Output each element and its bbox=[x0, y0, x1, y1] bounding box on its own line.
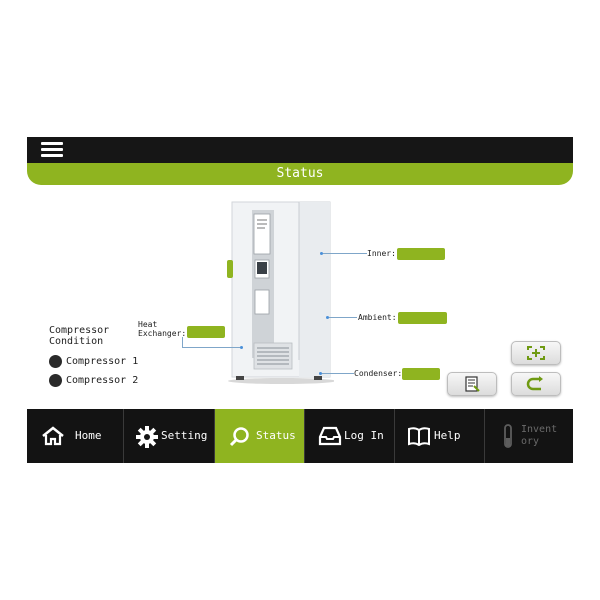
report-document-icon bbox=[465, 376, 480, 392]
gear-icon bbox=[136, 426, 158, 448]
nav-home-label: Home bbox=[75, 429, 102, 442]
freezer-illustration bbox=[227, 201, 334, 384]
inner-value-box bbox=[397, 248, 445, 260]
compressor-2-status-indicator bbox=[49, 374, 62, 387]
compressor-title-line1: Compressor bbox=[49, 325, 110, 336]
ambient-label: Ambient: bbox=[358, 313, 397, 322]
nav-status[interactable]: Status bbox=[215, 409, 305, 463]
heat-exchanger-label-line2: Exchanger: bbox=[138, 329, 187, 338]
home-icon bbox=[42, 426, 64, 446]
nav-inventory[interactable]: Invent ory bbox=[485, 409, 573, 463]
nav-status-label: Status bbox=[256, 429, 296, 442]
device-screen: Status Inner: Ambient: Condenser: Heat E… bbox=[27, 137, 573, 463]
fullscreen-button[interactable] bbox=[511, 341, 561, 365]
book-icon bbox=[408, 427, 430, 446]
heat-exchanger-label-line1: Heat bbox=[138, 320, 158, 329]
nav-inventory-label-line1: Invent bbox=[521, 424, 558, 435]
heat-exchanger-sensor-dot bbox=[240, 346, 243, 349]
compressor-1-status-indicator bbox=[49, 355, 62, 368]
nav-log-in-label: Log In bbox=[344, 429, 384, 442]
nav-setting[interactable]: Setting bbox=[124, 409, 215, 463]
compressor-title-line2: Condition bbox=[49, 336, 104, 347]
title-bar: Status bbox=[27, 163, 573, 185]
search-icon bbox=[229, 427, 249, 447]
ambient-leader-line bbox=[329, 317, 357, 318]
report-button[interactable] bbox=[447, 372, 497, 396]
top-bar bbox=[27, 137, 573, 163]
heat-exchanger-leader-line bbox=[182, 347, 240, 348]
compressor-condition-title: Compressor Condition bbox=[49, 325, 109, 347]
heat-exchanger-leader-vertical bbox=[182, 337, 183, 347]
inner-label: Inner: bbox=[367, 249, 396, 258]
condenser-leader-line bbox=[322, 373, 354, 374]
compressor-2-label: Compressor 2 bbox=[66, 375, 139, 386]
condenser-value-box bbox=[402, 368, 440, 380]
nav-inventory-label: Invent ory bbox=[521, 424, 557, 448]
compressor-1-label: Compressor 1 bbox=[66, 356, 139, 367]
nav-help[interactable]: Help bbox=[395, 409, 485, 463]
expand-frame-icon bbox=[527, 346, 545, 360]
inbox-tray-icon bbox=[318, 426, 342, 446]
hamburger-menu-icon[interactable] bbox=[41, 142, 63, 158]
test-tube-icon bbox=[504, 424, 512, 448]
inner-leader-line bbox=[323, 253, 367, 254]
return-arrow-icon bbox=[526, 376, 543, 391]
nav-help-label: Help bbox=[434, 429, 461, 442]
page-title: Status bbox=[276, 166, 324, 181]
condenser-label: Condenser: bbox=[354, 369, 403, 378]
heat-exchanger-value-box bbox=[187, 326, 225, 338]
nav-home[interactable]: Home bbox=[27, 409, 124, 463]
ambient-value-box bbox=[398, 312, 447, 324]
nav-log-in[interactable]: Log In bbox=[305, 409, 395, 463]
back-button[interactable] bbox=[511, 372, 561, 396]
status-panel: Inner: Ambient: Condenser: Heat Exchange… bbox=[27, 185, 573, 409]
nav-inventory-label-line2: ory bbox=[521, 436, 540, 447]
nav-setting-label: Setting bbox=[161, 429, 208, 442]
bottom-navigation: Home Setting Status Log In Help Invent o… bbox=[27, 409, 573, 463]
